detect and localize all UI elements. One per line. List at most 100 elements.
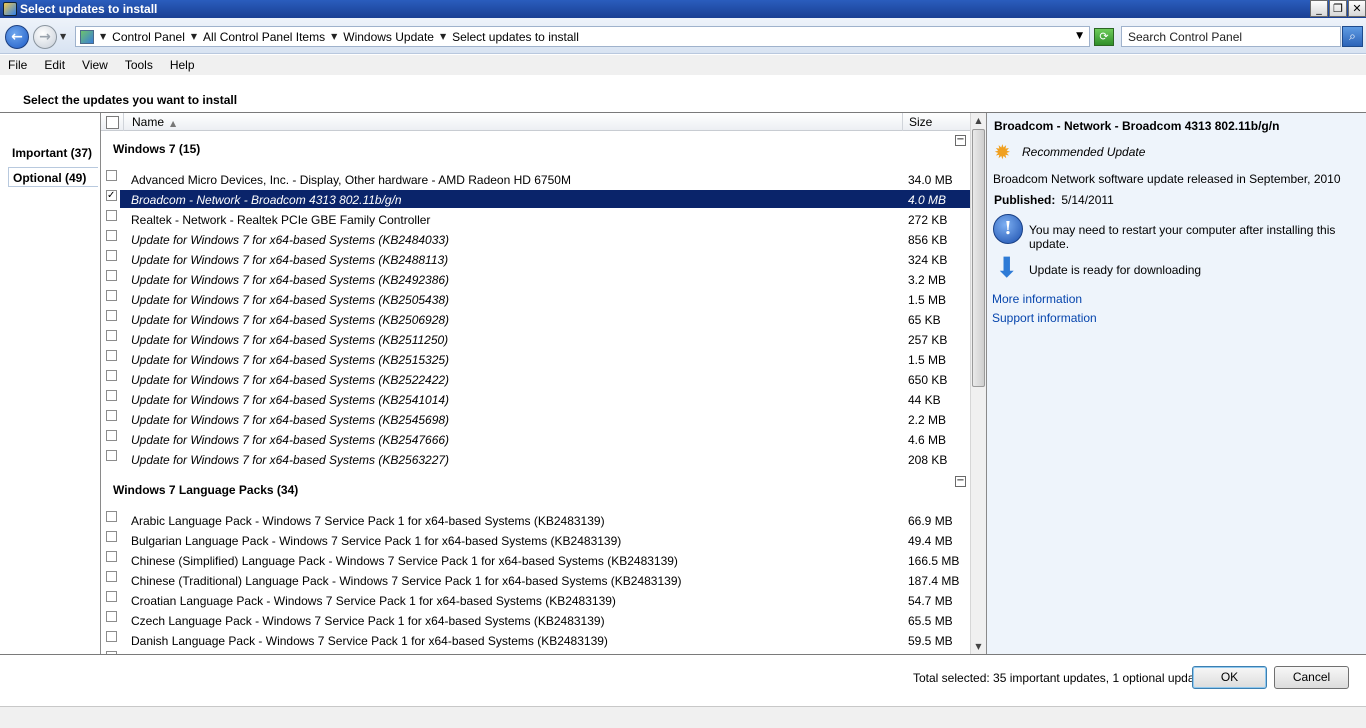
chevron-down-icon[interactable]: ▼ xyxy=(100,32,106,41)
update-checkbox[interactable] xyxy=(106,310,117,321)
ok-button[interactable]: OK xyxy=(1192,666,1267,689)
minimize-button[interactable]: _ xyxy=(1310,0,1328,17)
update-size: 44 KB xyxy=(908,393,941,407)
menu-file[interactable]: File xyxy=(8,58,27,72)
column-header-size[interactable]: Size xyxy=(902,113,970,131)
update-row[interactable]: Chinese (Simplified) Language Pack - Win… xyxy=(101,551,970,571)
chevron-down-icon[interactable]: ▼ xyxy=(440,32,446,41)
update-checkbox[interactable] xyxy=(106,250,117,261)
update-row[interactable]: ✓ Broadcom - Network - Broadcom 4313 802.… xyxy=(101,190,970,210)
update-row[interactable]: Update for Windows 7 for x64-based Syste… xyxy=(101,310,970,330)
update-checkbox[interactable]: ✓ xyxy=(106,190,117,201)
update-row[interactable]: Realtek - Network - Realtek PCIe GBE Fam… xyxy=(101,210,970,230)
cancel-button[interactable]: Cancel xyxy=(1274,666,1349,689)
details-title: Broadcom - Network - Broadcom 4313 802.1… xyxy=(994,119,1280,133)
update-name: Czech Language Pack - Windows 7 Service … xyxy=(131,614,605,628)
update-checkbox[interactable] xyxy=(106,410,117,421)
update-row[interactable]: Update for Windows 7 for x64-based Syste… xyxy=(101,390,970,410)
update-row[interactable]: Update for Windows 7 for x64-based Syste… xyxy=(101,450,970,470)
breadcrumb-control-panel[interactable]: ▼ Control Panel xyxy=(100,30,185,44)
update-checkbox[interactable] xyxy=(106,170,117,181)
update-row[interactable]: Update for Windows 7 for x64-based Syste… xyxy=(101,430,970,450)
close-button[interactable]: ✕ xyxy=(1348,0,1366,17)
update-checkbox[interactable] xyxy=(106,270,117,281)
update-checkbox[interactable] xyxy=(106,611,117,622)
update-checkbox[interactable] xyxy=(106,330,117,341)
update-row[interactable]: Update for Windows 7 for x64-based Syste… xyxy=(101,370,970,390)
breadcrumb-windows-update[interactable]: ▼ Windows Update xyxy=(331,30,434,44)
recent-pages-dropdown-icon[interactable]: ▼ xyxy=(60,32,66,41)
update-checkbox[interactable] xyxy=(106,370,117,381)
chevron-down-icon[interactable]: ▼ xyxy=(191,32,197,41)
update-checkbox[interactable] xyxy=(106,390,117,401)
breadcrumb-label[interactable]: Control Panel xyxy=(112,30,185,44)
category-important[interactable]: Important (37) xyxy=(8,143,98,163)
update-row[interactable]: Update for Windows 7 for x64-based Syste… xyxy=(101,330,970,350)
update-row[interactable]: Bulgarian Language Pack - Windows 7 Serv… xyxy=(101,531,970,551)
breadcrumb-select-updates[interactable]: ▼ Select updates to install xyxy=(440,30,579,44)
chevron-down-icon[interactable]: ▼ xyxy=(331,32,337,41)
update-size: 1.5 MB xyxy=(908,353,947,367)
update-row[interactable]: Update for Windows 7 for x64-based Syste… xyxy=(101,410,970,430)
update-row[interactable]: Chinese (Traditional) Language Pack - Wi… xyxy=(101,571,970,591)
update-row[interactable]: Update for Windows 7 for x64-based Syste… xyxy=(101,230,970,250)
search-icon[interactable]: ⌕ xyxy=(1342,26,1363,47)
update-row[interactable]: Danish Language Pack - Windows 7 Service… xyxy=(101,631,970,651)
menu-help[interactable]: Help xyxy=(170,58,195,72)
collapse-icon[interactable]: − xyxy=(955,135,966,146)
update-name: Update for Windows 7 for x64-based Syste… xyxy=(131,333,449,347)
update-row[interactable]: Croatian Language Pack - Windows 7 Servi… xyxy=(101,591,970,611)
update-row[interactable]: Update for Windows 7 for x64-based Syste… xyxy=(101,350,970,370)
forward-button[interactable]: → xyxy=(33,25,57,49)
breadcrumb-label[interactable]: Windows Update xyxy=(343,30,434,44)
refresh-icon[interactable]: ⟳ xyxy=(1094,28,1114,46)
update-checkbox[interactable] xyxy=(106,290,117,301)
update-name: Update for Windows 7 for x64-based Syste… xyxy=(131,293,450,307)
update-checkbox[interactable] xyxy=(106,430,117,441)
more-information-link[interactable]: More information xyxy=(992,292,1082,306)
update-checkbox[interactable] xyxy=(106,591,117,602)
menu-tools[interactable]: Tools xyxy=(125,58,153,72)
update-checkbox[interactable] xyxy=(106,571,117,582)
collapse-icon[interactable]: − xyxy=(955,476,966,487)
update-row[interactable]: Update for Windows 7 for x64-based Syste… xyxy=(101,290,970,310)
select-all-checkbox[interactable] xyxy=(106,116,119,129)
update-checkbox[interactable] xyxy=(106,210,117,221)
update-row[interactable]: Update for Windows 7 for x64-based Syste… xyxy=(101,270,970,290)
update-checkbox[interactable] xyxy=(106,531,117,542)
update-name: Update for Windows 7 for x64-based Syste… xyxy=(131,433,450,447)
scrollbar-thumb[interactable] xyxy=(972,129,985,387)
update-row[interactable]: Arabic Language Pack - Windows 7 Service… xyxy=(101,511,970,531)
list-scrollbar[interactable]: ▲ ▼ xyxy=(970,113,986,654)
menu-view[interactable]: View xyxy=(82,58,108,72)
search-input[interactable]: Search Control Panel xyxy=(1121,26,1341,47)
update-checkbox[interactable] xyxy=(106,551,117,562)
scroll-down-icon[interactable]: ▼ xyxy=(971,639,986,654)
menu-edit[interactable]: Edit xyxy=(44,58,65,72)
update-row[interactable]: Update for Windows 7 for x64-based Syste… xyxy=(101,250,970,270)
support-information-link[interactable]: Support information xyxy=(992,311,1097,325)
update-row[interactable]: Advanced Micro Devices, Inc. - Display, … xyxy=(101,170,970,190)
breadcrumb-label[interactable]: Select updates to install xyxy=(452,30,579,44)
scroll-up-icon[interactable]: ▲ xyxy=(971,113,986,128)
update-checkbox[interactable] xyxy=(106,511,117,522)
back-button[interactable]: ← xyxy=(5,25,29,49)
update-row[interactable]: Czech Language Pack - Windows 7 Service … xyxy=(101,611,970,631)
sort-ascending-icon: ▲ xyxy=(170,119,177,128)
column-name-label: Name xyxy=(132,115,165,129)
update-checkbox[interactable] xyxy=(106,631,117,642)
update-checkbox[interactable] xyxy=(106,350,117,361)
update-name: Arabic Language Pack - Windows 7 Service… xyxy=(131,514,605,528)
update-checkbox[interactable] xyxy=(106,230,117,241)
group-title: Windows 7 (15) xyxy=(113,142,201,156)
update-description: Broadcom Network software update release… xyxy=(993,172,1341,186)
address-field[interactable]: ▼ Control Panel ▼ All Control Panel Items … xyxy=(75,26,1090,47)
address-history-dropdown-icon[interactable]: ▼ xyxy=(1076,31,1083,41)
update-checkbox[interactable] xyxy=(106,450,117,461)
category-optional[interactable]: Optional (49) xyxy=(8,167,98,187)
update-size: 4.0 MB xyxy=(908,193,947,207)
column-header-name[interactable]: Name ▲ xyxy=(123,113,903,131)
breadcrumb-label[interactable]: All Control Panel Items xyxy=(203,30,325,44)
breadcrumb-all-items[interactable]: ▼ All Control Panel Items xyxy=(191,30,325,44)
maximize-button[interactable]: ❐ xyxy=(1329,0,1347,17)
